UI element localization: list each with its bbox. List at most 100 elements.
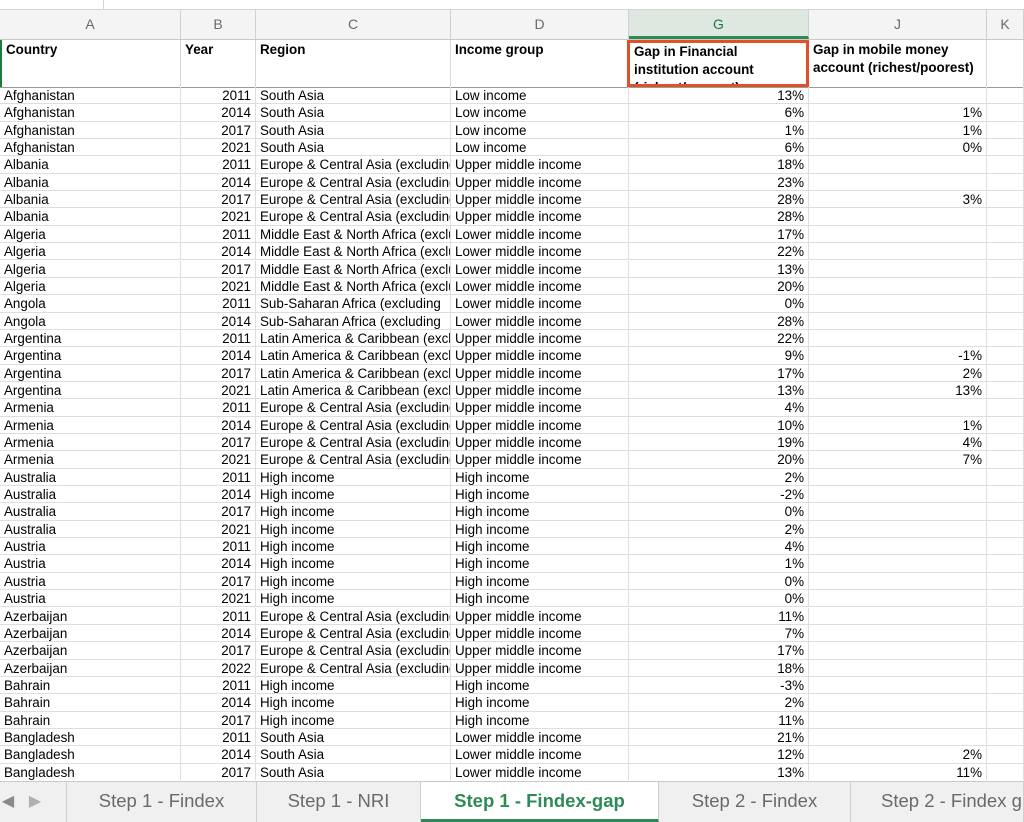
cell-region[interactable]: Sub-Saharan Africa (excluding <box>256 295 451 313</box>
cell-income-group[interactable]: Low income <box>451 87 629 104</box>
cell-k[interactable] <box>987 416 1024 434</box>
cell-k[interactable] <box>987 173 1024 191</box>
cell-k[interactable] <box>987 399 1024 417</box>
cell-k[interactable] <box>987 329 1024 347</box>
cell-k[interactable] <box>987 572 1024 590</box>
cell-country[interactable]: Argentina <box>0 347 181 365</box>
cell-gap-fi[interactable]: 0% <box>629 590 809 608</box>
cell-year[interactable]: 2014 <box>181 624 256 642</box>
cell-country[interactable]: Austria <box>0 590 181 608</box>
cell-region[interactable]: Latin America & Caribbean (excluding <box>256 347 451 365</box>
cell-k[interactable] <box>987 208 1024 226</box>
cell-region[interactable]: Middle East & North Africa (excluding <box>256 243 451 261</box>
cell-country[interactable]: Argentina <box>0 329 181 347</box>
cell-income-group[interactable]: Lower middle income <box>451 728 629 746</box>
cell-income-group[interactable]: Upper middle income <box>451 451 629 469</box>
cell-k[interactable] <box>987 87 1024 104</box>
cell-region[interactable]: Europe & Central Asia (excluding <box>256 208 451 226</box>
cell-gap-mm[interactable]: 4% <box>809 434 987 451</box>
cell-country[interactable]: Albania <box>0 191 181 209</box>
cell-country[interactable]: Bahrain <box>0 694 181 712</box>
cell-income-group[interactable]: Upper middle income <box>451 208 629 226</box>
prev-sheet-arrow-icon[interactable]: ◀ <box>0 791 16 813</box>
cell-country[interactable]: Bangladesh <box>0 728 181 746</box>
cell-year[interactable]: 2017 <box>181 763 256 780</box>
cell-year[interactable]: 2011 <box>181 399 256 417</box>
cell-year[interactable]: 2014 <box>181 555 256 573</box>
cell-gap-fi[interactable]: 28% <box>629 312 809 330</box>
cell-income-group[interactable]: High income <box>451 694 629 712</box>
cell-year[interactable]: 2021 <box>181 139 256 157</box>
cell-income-group[interactable]: Lower middle income <box>451 746 629 764</box>
cell-country[interactable]: Afghanistan <box>0 87 181 104</box>
cell-gap-mm[interactable]: 2% <box>809 746 987 764</box>
cell-income-group[interactable]: High income <box>451 676 629 694</box>
spreadsheet-grid[interactable]: Country Year Region Income group Gap in … <box>0 40 1024 780</box>
cell-gap-fi[interactable]: 6% <box>629 104 809 122</box>
cell-country[interactable]: Bangladesh <box>0 763 181 780</box>
cell-year[interactable]: 2017 <box>181 434 256 451</box>
cell-gap-fi[interactable]: 0% <box>629 295 809 313</box>
cell-gap-mm[interactable] <box>809 87 987 104</box>
cell-gap-mm[interactable] <box>809 399 987 417</box>
cell-year[interactable]: 2017 <box>181 503 256 521</box>
cell-country[interactable]: Bahrain <box>0 676 181 694</box>
cell-gap-mm[interactable]: 2% <box>809 364 987 382</box>
cell-year[interactable]: 2014 <box>181 243 256 261</box>
header-country[interactable]: Country <box>0 40 181 87</box>
cell-gap-mm[interactable] <box>809 538 987 556</box>
cell-country[interactable]: Algeria <box>0 260 181 278</box>
cell-gap-fi[interactable]: 13% <box>629 381 809 399</box>
cell-year[interactable]: 2017 <box>181 260 256 278</box>
cell-year[interactable]: 2014 <box>181 416 256 434</box>
cell-year[interactable]: 2011 <box>181 607 256 625</box>
cell-gap-mm[interactable] <box>809 225 987 243</box>
cell-income-group[interactable]: Low income <box>451 139 629 157</box>
cell-gap-fi[interactable]: 20% <box>629 451 809 469</box>
cell-income-group[interactable]: Lower middle income <box>451 277 629 295</box>
tab-step1-findex[interactable]: Step 1 - Findex <box>66 782 257 822</box>
cell-gap-fi[interactable]: 19% <box>629 434 809 451</box>
cell-k[interactable] <box>987 590 1024 608</box>
cell-year[interactable]: 2017 <box>181 642 256 660</box>
cell-country[interactable]: Austria <box>0 555 181 573</box>
cell-gap-fi[interactable]: 11% <box>629 711 809 729</box>
cell-k[interactable] <box>987 711 1024 729</box>
cell-gap-fi[interactable]: 17% <box>629 642 809 660</box>
cell-gap-mm[interactable] <box>809 329 987 347</box>
cell-k[interactable] <box>987 381 1024 399</box>
tab-step2-findex-g[interactable]: Step 2 - Findex g <box>851 782 1024 822</box>
cell-country[interactable]: Austria <box>0 572 181 590</box>
cell-gap-fi[interactable]: 12% <box>629 746 809 764</box>
cell-region[interactable]: South Asia <box>256 746 451 764</box>
cell-income-group[interactable]: Upper middle income <box>451 399 629 417</box>
cell-gap-mm[interactable]: 3% <box>809 191 987 209</box>
cell-country[interactable]: Azerbaijan <box>0 659 181 677</box>
cell-country[interactable]: Armenia <box>0 451 181 469</box>
cell-income-group[interactable]: Upper middle income <box>451 173 629 191</box>
cell-gap-mm[interactable] <box>809 694 987 712</box>
cell-income-group[interactable]: High income <box>451 520 629 538</box>
cell-year[interactable]: 2014 <box>181 312 256 330</box>
cell-income-group[interactable]: Low income <box>451 104 629 122</box>
cell-income-group[interactable]: High income <box>451 555 629 573</box>
cell-gap-fi[interactable]: 13% <box>629 260 809 278</box>
cell-gap-fi[interactable]: -2% <box>629 486 809 504</box>
cell-income-group[interactable]: Lower middle income <box>451 260 629 278</box>
cell-year[interactable]: 2011 <box>181 225 256 243</box>
cell-region[interactable]: High income <box>256 538 451 556</box>
cell-country[interactable]: Afghanistan <box>0 121 181 139</box>
cell-country[interactable]: Argentina <box>0 381 181 399</box>
cell-k[interactable] <box>987 503 1024 521</box>
header-gap-financial-institution[interactable]: Gap in Financial institution account (ri… <box>627 40 809 87</box>
cell-year[interactable]: 2021 <box>181 277 256 295</box>
cell-region[interactable]: Latin America & Caribbean (excluding <box>256 381 451 399</box>
cell-region[interactable]: South Asia <box>256 139 451 157</box>
cell-region[interactable]: Middle East & North Africa (excluding <box>256 277 451 295</box>
cell-gap-fi[interactable]: 18% <box>629 156 809 174</box>
cell-income-group[interactable]: High income <box>451 590 629 608</box>
cell-gap-fi[interactable]: 1% <box>629 121 809 139</box>
cell-k[interactable] <box>987 468 1024 486</box>
cell-year[interactable]: 2021 <box>181 381 256 399</box>
cell-region[interactable]: High income <box>256 590 451 608</box>
